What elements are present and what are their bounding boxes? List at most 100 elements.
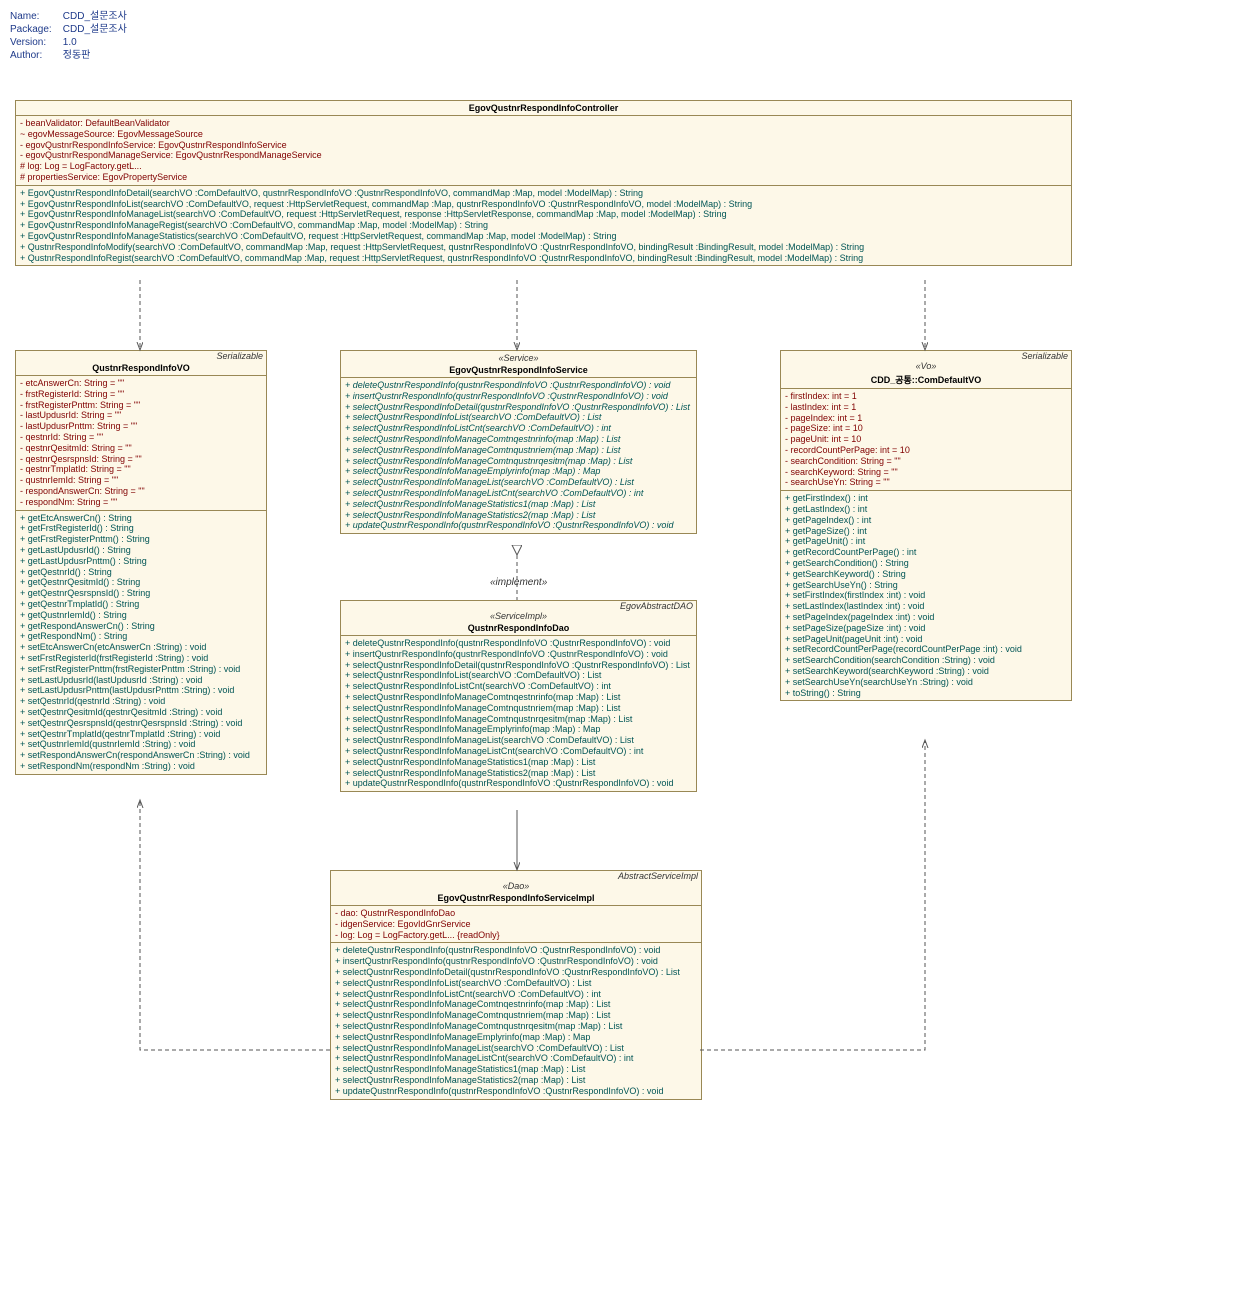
class-vo: Serializable QustnrRespondInfoVO - etcAn… xyxy=(15,350,267,775)
operations-section: + deleteQustnrRespondInfo(qustnrRespondI… xyxy=(341,636,696,791)
operations-section: + deleteQustnrRespondInfo(qustnrRespondI… xyxy=(341,378,696,533)
member-row: - idgenService: EgovIdGnrService xyxy=(331,919,701,930)
interface-label: Serializable xyxy=(1021,351,1068,361)
member-row: - pageSize: int = 10 xyxy=(781,423,1071,434)
diagram-meta: Name: CDD_설문조사 Package: CDD_설문조사 Version… xyxy=(10,10,1258,62)
member-row: + EgovQustnrRespondInfoManageList(search… xyxy=(16,209,1071,220)
member-row: + setFirstIndex(firstIndex :int) : void xyxy=(781,590,1071,601)
member-row: + selectQustnrRespondInfoList(searchVO :… xyxy=(331,978,701,989)
member-row: + setRespondNm(respondNm :String) : void xyxy=(16,761,266,772)
member-row: + selectQustnrRespondInfoManageEmplyrinf… xyxy=(341,466,696,477)
meta-package: CDD_설문조사 xyxy=(63,24,127,35)
member-row: + updateQustnrRespondInfo(qustnrRespondI… xyxy=(331,1086,701,1097)
attributes-section: - dao: QustnrRespondInfoDao- idgenServic… xyxy=(331,906,701,943)
member-row: + EgovQustnrRespondInfoManageStatistics(… xyxy=(16,231,1071,242)
member-row: + selectQustnrRespondInfoList(searchVO :… xyxy=(341,670,696,681)
member-row: - firstIndex: int = 1 xyxy=(781,391,1071,402)
member-row: + selectQustnrRespondInfoManageListCnt(s… xyxy=(341,488,696,499)
member-row: - frstRegisterId: String = "" xyxy=(16,389,266,400)
member-row: + selectQustnrRespondInfoManageComtnqest… xyxy=(341,692,696,703)
member-row: + getQestnrTmplatId() : String xyxy=(16,599,266,610)
member-row: - etcAnswerCn: String = "" xyxy=(16,378,266,389)
member-row: + selectQustnrRespondInfoManageStatistic… xyxy=(341,757,696,768)
member-row: + getPageUnit() : int xyxy=(781,536,1071,547)
member-row: - qestnrTmplatId: String = "" xyxy=(16,464,266,475)
member-row: - searchUseYn: String = "" xyxy=(781,477,1071,488)
member-row: + selectQustnrRespondInfoManageStatistic… xyxy=(331,1075,701,1086)
member-row: + setSearchUseYn(searchUseYn :String) : … xyxy=(781,677,1071,688)
member-row: + setFrstRegisterId(frstRegisterId :Stri… xyxy=(16,653,266,664)
member-row: - egovQustnrRespondInfoService: EgovQust… xyxy=(16,140,1071,151)
member-row: - recordCountPerPage: int = 10 xyxy=(781,445,1071,456)
member-row: + insertQustnrRespondInfo(qustnrRespondI… xyxy=(331,956,701,967)
member-row: + setSearchKeyword(searchKeyword :String… xyxy=(781,666,1071,677)
parent-label: AbstractServiceImpl xyxy=(618,871,698,881)
member-row: - qestnrId: String = "" xyxy=(16,432,266,443)
interface-label: Serializable xyxy=(216,351,263,361)
class-title: EgovQustnrRespondInfoController xyxy=(16,101,1071,116)
member-row: - qestnrQesitmId: String = "" xyxy=(16,443,266,454)
member-row: + selectQustnrRespondInfoManageList(sear… xyxy=(341,735,696,746)
member-row: - lastUpdusrPnttm: String = "" xyxy=(16,421,266,432)
member-row: + selectQustnrRespondInfoManageComtnqust… xyxy=(331,1021,701,1032)
attributes-section: - firstIndex: int = 1- lastIndex: int = … xyxy=(781,389,1071,491)
member-row: + getFrstRegisterId() : String xyxy=(16,523,266,534)
member-row: + insertQustnrRespondInfo(qustnrRespondI… xyxy=(341,391,696,402)
member-row: + selectQustnrRespondInfoManageListCnt(s… xyxy=(331,1053,701,1064)
member-row: - pageUnit: int = 10 xyxy=(781,434,1071,445)
member-row: # propertiesService: EgovPropertyService xyxy=(16,172,1071,183)
member-row: # log: Log = LogFactory.getL... xyxy=(16,161,1071,172)
member-row: + selectQustnrRespondInfoManageComtnqust… xyxy=(341,714,696,725)
operations-section: + deleteQustnrRespondInfo(qustnrRespondI… xyxy=(331,943,701,1098)
member-row: + selectQustnrRespondInfoListCnt(searchV… xyxy=(331,989,701,1000)
member-row: - respondAnswerCn: String = "" xyxy=(16,486,266,497)
member-row: + getRespondNm() : String xyxy=(16,631,266,642)
meta-version: 1.0 xyxy=(63,37,77,48)
member-row: + selectQustnrRespondInfoDetail(qustnrRe… xyxy=(341,402,696,413)
member-row: + getFrstRegisterPnttm() : String xyxy=(16,534,266,545)
member-row: + selectQustnrRespondInfoManageComtnqust… xyxy=(341,703,696,714)
member-row: - respondNm: String = "" xyxy=(16,497,266,508)
member-row: + getQestnrQesitmId() : String xyxy=(16,577,266,588)
member-row: + getSearchKeyword() : String xyxy=(781,569,1071,580)
class-dao: EgovAbstractDAO «ServiceImpl» QustnrResp… xyxy=(340,600,697,792)
member-row: + deleteQustnrRespondInfo(qustnrRespondI… xyxy=(341,380,696,391)
member-row: + setSearchCondition(searchCondition :St… xyxy=(781,655,1071,666)
member-row: + updateQustnrRespondInfo(qustnrRespondI… xyxy=(341,520,696,531)
member-row: - log: Log = LogFactory.getL... {readOnl… xyxy=(331,930,701,941)
member-row: - egovQustnrRespondManageService: EgovQu… xyxy=(16,150,1071,161)
member-row: - dao: QustnrRespondInfoDao xyxy=(331,908,701,919)
member-row: + getQustnrIemId() : String xyxy=(16,610,266,621)
member-row: + selectQustnrRespondInfoDetail(qustnrRe… xyxy=(341,660,696,671)
member-row: - frstRegisterPnttm: String = "" xyxy=(16,400,266,411)
member-row: + getLastIndex() : int xyxy=(781,504,1071,515)
member-row: + insertQustnrRespondInfo(qustnrRespondI… xyxy=(341,649,696,660)
member-row: + selectQustnrRespondInfoListCnt(searchV… xyxy=(341,681,696,692)
member-row: + selectQustnrRespondInfoManageList(sear… xyxy=(341,477,696,488)
member-row: + EgovQustnrRespondInfoManageRegist(sear… xyxy=(16,220,1071,231)
member-row: + getQestnrId() : String xyxy=(16,567,266,578)
member-row: + setQestnrId(qestnrId :String) : void xyxy=(16,696,266,707)
member-row: + deleteQustnrRespondInfo(qustnrRespondI… xyxy=(341,638,696,649)
member-row: - pageIndex: int = 1 xyxy=(781,413,1071,424)
member-row: + setLastUpdusrId(lastUpdusrId :String) … xyxy=(16,675,266,686)
member-row: + setLastIndex(lastIndex :int) : void xyxy=(781,601,1071,612)
class-serviceimpl: AbstractServiceImpl «Dao» EgovQustnrResp… xyxy=(330,870,702,1100)
member-row: + selectQustnrRespondInfoManageList(sear… xyxy=(331,1043,701,1054)
class-title: QustnrRespondInfoDao xyxy=(341,621,696,636)
member-row: - searchKeyword: String = "" xyxy=(781,467,1071,478)
class-comdefaultvo: Serializable «Vo» CDD_공통::ComDefaultVO -… xyxy=(780,350,1072,701)
class-service: «Service» EgovQustnrRespondInfoService +… xyxy=(340,350,697,534)
meta-name: CDD_설문조사 xyxy=(63,11,127,22)
member-row: + getEtcAnswerCn() : String xyxy=(16,513,266,524)
stereotype: «Service» xyxy=(341,351,696,363)
member-row: + selectQustnrRespondInfoManageComtnqust… xyxy=(341,445,696,456)
member-row: + setEtcAnswerCn(etcAnswerCn :String) : … xyxy=(16,642,266,653)
member-row: + setQestnrTmplatId(qestnrTmplatId :Stri… xyxy=(16,729,266,740)
class-title: EgovQustnrRespondInfoService xyxy=(341,363,696,378)
operations-section: + getFirstIndex() : int+ getLastIndex() … xyxy=(781,491,1071,700)
member-row: + selectQustnrRespondInfoManageStatistic… xyxy=(331,1064,701,1075)
class-title: EgovQustnrRespondInfoServiceImpl xyxy=(331,891,701,906)
member-row: + updateQustnrRespondInfo(qustnrRespondI… xyxy=(341,778,696,789)
member-row: + getPageIndex() : int xyxy=(781,515,1071,526)
